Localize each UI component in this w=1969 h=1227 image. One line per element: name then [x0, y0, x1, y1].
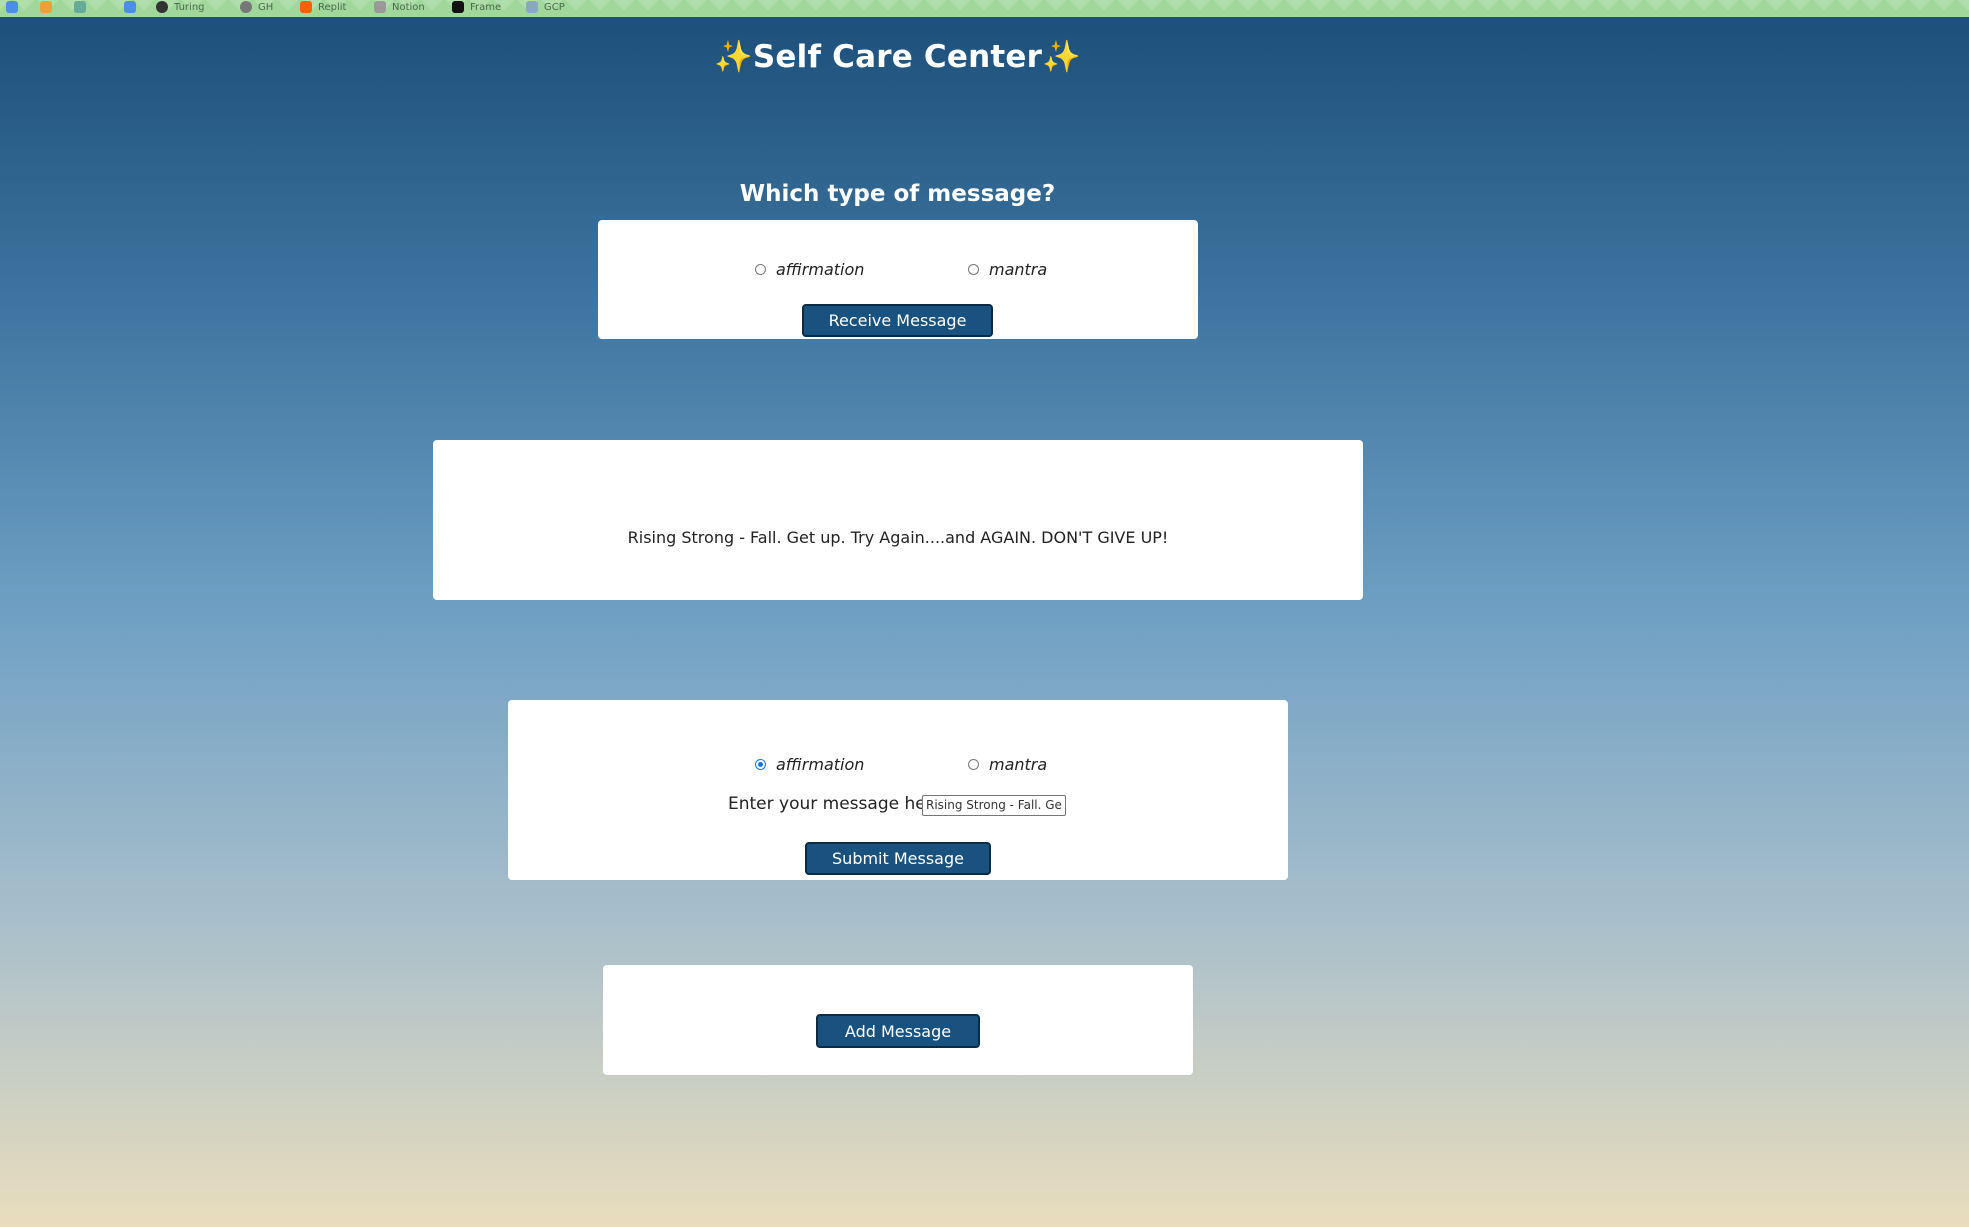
affirmation-label[interactable]: affirmation — [776, 260, 864, 279]
apps-icon — [40, 1, 52, 13]
frame-icon — [452, 1, 464, 13]
displayed-message: Rising Strong - Fall. Get up. Try Again.… — [627, 528, 1169, 547]
bookmarks-bar: Turing GH Replit Notion Frame GCP — [0, 0, 1969, 17]
calendar-icon — [74, 1, 86, 13]
add-message-panel: Add Message — [603, 965, 1193, 1075]
gcp-icon — [526, 1, 538, 13]
mantra-label[interactable]: mantra — [989, 755, 1047, 774]
receive-message-button[interactable]: Receive Message — [802, 304, 993, 337]
affirmation-radio[interactable] — [755, 264, 766, 275]
sparkle-icon: ✨ — [1042, 39, 1081, 75]
mantra-radio[interactable] — [968, 264, 979, 275]
page-title: ✨Self Care Center✨ — [0, 38, 1795, 75]
mantra-label[interactable]: mantra — [989, 260, 1047, 279]
page-title-text: Self Care Center — [752, 39, 1043, 75]
bookmark-label: Frame — [470, 1, 502, 13]
submit-mantra-option[interactable]: mantra — [968, 755, 1047, 774]
notion-icon — [374, 1, 386, 13]
add-message-button[interactable]: Add Message — [816, 1014, 980, 1048]
bookmark-label: GH — [258, 1, 274, 13]
receive-mantra-option[interactable]: mantra — [968, 260, 1047, 279]
bookmark-item[interactable]: GCP — [526, 1, 565, 13]
docs-icon — [124, 1, 136, 13]
docs-icon — [6, 1, 18, 13]
turing-icon — [156, 1, 168, 13]
bookmark-item[interactable]: Turing — [156, 1, 205, 13]
message-input-label: Enter your message here: — [728, 794, 949, 814]
bookmark-label: Turing — [174, 1, 205, 13]
bookmark-label: GCP — [544, 1, 565, 13]
bookmark-item[interactable] — [124, 1, 142, 13]
replit-icon — [300, 1, 312, 13]
bookmark-item[interactable]: Replit — [300, 1, 346, 13]
bookmark-label: Notion — [392, 1, 425, 13]
submit-affirmation-option[interactable]: affirmation — [755, 755, 864, 774]
submit-message-form: affirmation mantra Enter your message he… — [508, 700, 1288, 880]
message-type-question: Which type of message? — [739, 181, 1056, 207]
message-display-panel: Rising Strong - Fall. Get up. Try Again.… — [433, 440, 1363, 600]
bookmark-item[interactable]: Notion — [374, 1, 425, 13]
bookmark-item[interactable]: Frame — [452, 1, 501, 13]
bookmark-label: Replit — [318, 1, 347, 13]
mantra-radio[interactable] — [968, 759, 979, 770]
affirmation-radio[interactable] — [755, 759, 766, 770]
bookmark-item[interactable] — [40, 1, 52, 13]
bookmark-item[interactable]: GH — [240, 1, 273, 13]
bookmark-item[interactable] — [74, 1, 92, 13]
receive-message-panel: affirmation mantra Receive Message — [598, 220, 1198, 339]
github-icon — [240, 1, 252, 13]
affirmation-label[interactable]: affirmation — [776, 755, 864, 774]
bookmark-item[interactable] — [6, 1, 18, 13]
receive-affirmation-option[interactable]: affirmation — [755, 260, 864, 279]
sparkle-icon: ✨ — [714, 39, 753, 75]
submit-message-button[interactable]: Submit Message — [805, 842, 991, 875]
message-input[interactable]: Rising Strong - Fall. Ge — [922, 795, 1066, 816]
